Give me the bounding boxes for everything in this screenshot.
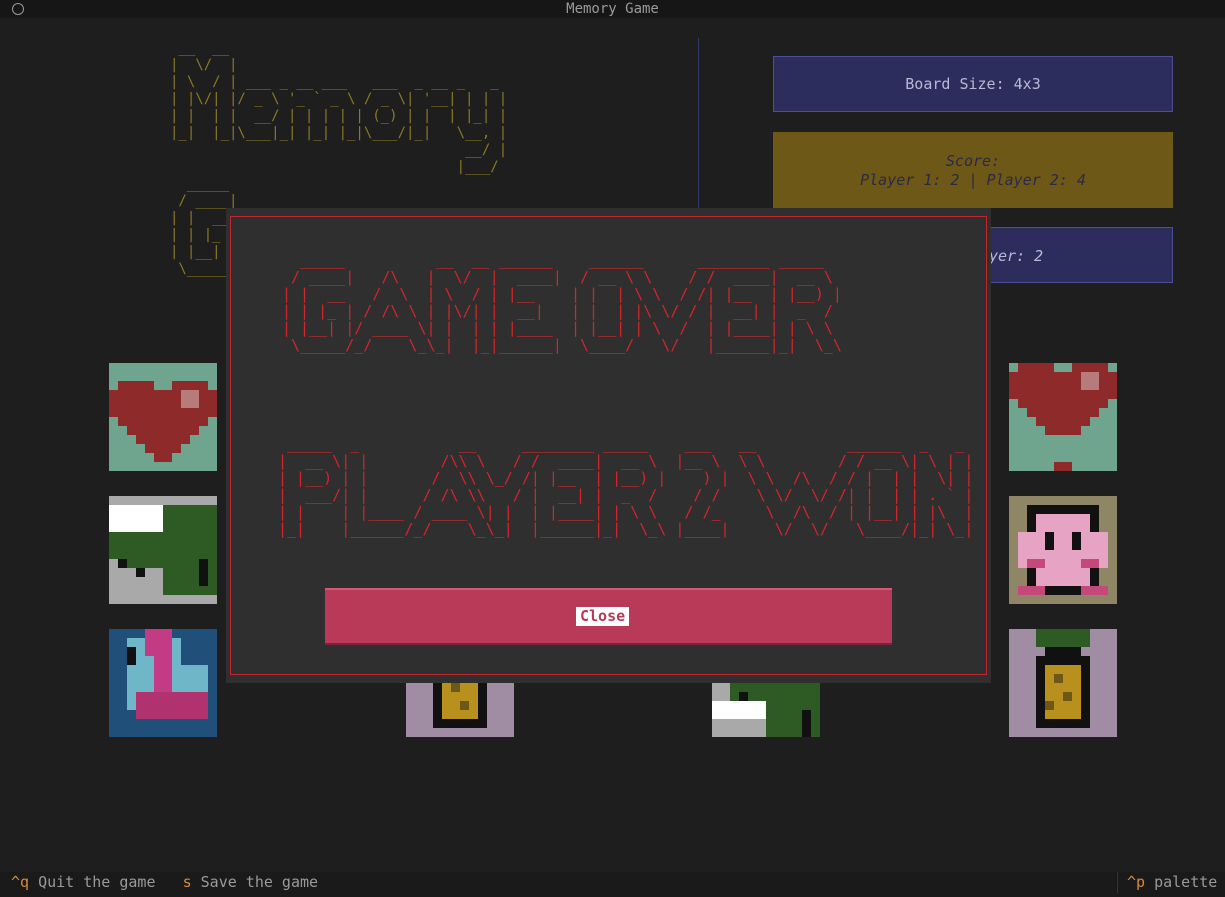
current-player-label: yer: 2: [989, 247, 1044, 265]
title-bar: Memory Game: [0, 0, 1225, 18]
winner-text: _____ _ __ ________ _____ ___ __ ______ …: [278, 435, 974, 538]
close-button-label: Close: [576, 607, 630, 626]
kirby-icon: [1018, 505, 1108, 595]
save-key[interactable]: s: [183, 873, 192, 891]
window-circle-icon[interactable]: [12, 3, 24, 15]
game-over-modal: _____ __ __ ______ ______ ________ _____…: [226, 208, 991, 683]
pineapple-card[interactable]: [1009, 626, 1117, 740]
heart-card[interactable]: [1009, 360, 1117, 474]
score-panel: Score: Player 1: 2 | Player 2: 4: [773, 132, 1173, 208]
footer-bar: ^q Quit the game s Save the game ^p pale…: [0, 872, 1225, 897]
footer-bindings: ^q Quit the game s Save the game: [11, 872, 318, 893]
flamingo-card[interactable]: [109, 626, 217, 740]
quit-key[interactable]: ^q: [11, 873, 29, 891]
palette-label[interactable]: palette: [1154, 873, 1217, 891]
crocodile-card[interactable]: [109, 493, 217, 607]
score-line: Player 1: 2 | Player 2: 4: [860, 171, 1086, 189]
palette-binding[interactable]: ^p palette: [1117, 872, 1225, 893]
quit-label[interactable]: Quit the game: [38, 873, 155, 891]
pineapple-icon: [1036, 629, 1090, 728]
board-size-panel: Board Size: 4x3: [773, 56, 1173, 112]
window-title: Memory Game: [566, 1, 659, 17]
save-label[interactable]: Save the game: [201, 873, 318, 891]
close-button[interactable]: Close: [325, 588, 892, 645]
divider: [698, 38, 699, 208]
kirby-card[interactable]: [1009, 493, 1117, 607]
score-label: Score:: [945, 152, 1001, 170]
game-over-text: _____ __ __ ______ ______ ________ _____…: [282, 251, 842, 354]
board-size-label: Board Size: 4x3: [905, 75, 1041, 93]
palette-key[interactable]: ^p: [1127, 873, 1145, 891]
heart-card[interactable]: [109, 360, 217, 474]
